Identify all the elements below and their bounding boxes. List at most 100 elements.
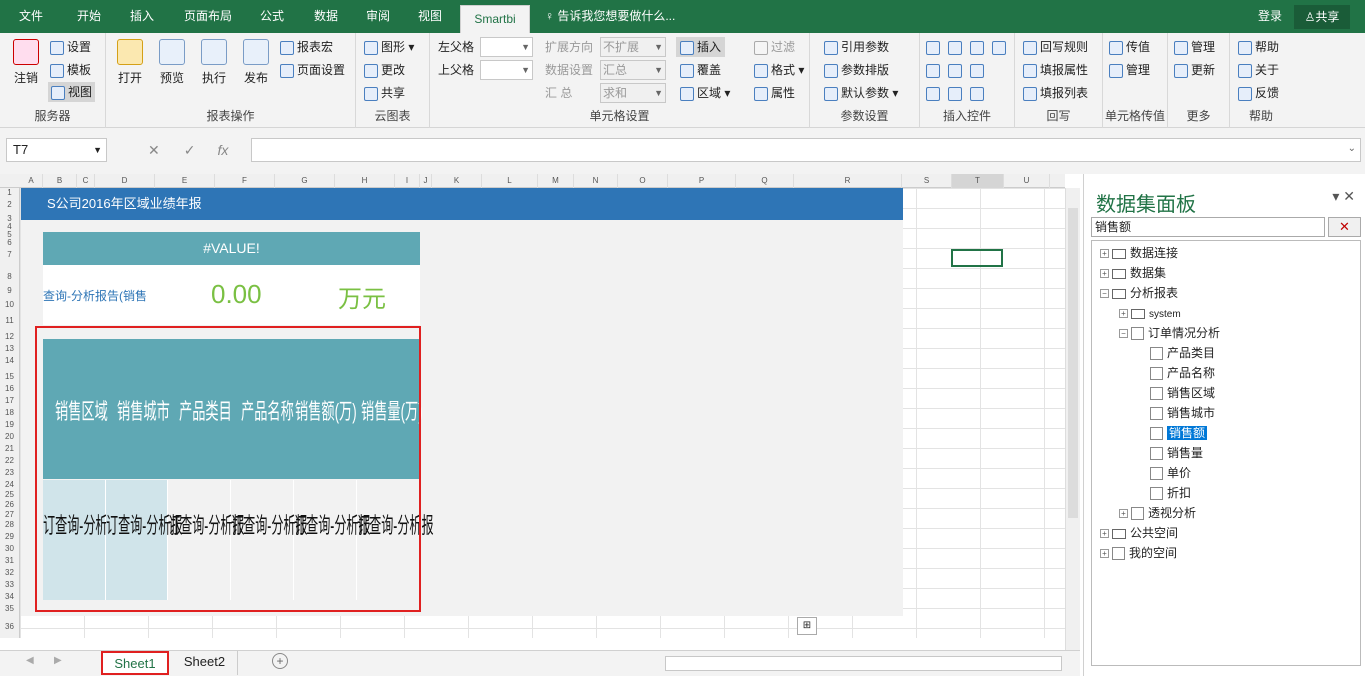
tab-smartbi[interactable]: Smartbi — [460, 5, 530, 33]
pass-manage-button[interactable]: 管理 — [1109, 60, 1150, 80]
tab-view[interactable]: 视图 — [408, 0, 452, 33]
tab-data[interactable]: 数据 — [304, 0, 348, 33]
ref-param-button[interactable]: 引用参数 — [824, 37, 889, 57]
param-layout-button[interactable]: 参数排版 — [824, 60, 889, 80]
tree-node[interactable]: + 数据连接 — [1100, 243, 1178, 263]
tab-file[interactable]: 文件 — [8, 0, 54, 33]
tab-home[interactable]: 开始 — [64, 0, 114, 33]
report-title[interactable]: S公司2016年区域业绩年报 — [21, 188, 903, 220]
cancel-icon[interactable]: ✕ — [148, 142, 160, 158]
feedback-button[interactable]: 反馈 — [1238, 83, 1279, 103]
summary-select[interactable]: 求和 ▼ — [600, 83, 666, 103]
name-box[interactable]: T7 ▼ — [6, 138, 107, 162]
tree-node[interactable]: 产品名称 — [1150, 363, 1215, 383]
region-button[interactable]: 区域 ▾ — [680, 83, 730, 103]
tree-node[interactable]: 销售区域 — [1150, 383, 1215, 403]
fx-icon[interactable]: fx — [217, 142, 228, 158]
fill-prop-button[interactable]: 填报属性 — [1023, 60, 1088, 80]
fill-list-button[interactable]: 填报列表 — [1023, 83, 1088, 103]
ctrl-frame-icon[interactable] — [970, 60, 987, 80]
tree-node[interactable]: 折扣 — [1150, 483, 1191, 503]
sheet-tab-2[interactable]: Sheet2 — [172, 651, 238, 675]
tree-node[interactable]: + 我的空间 — [1100, 543, 1177, 563]
kpi-unit[interactable]: 万元 — [338, 279, 386, 314]
vertical-scrollbar[interactable] — [1065, 188, 1080, 650]
insert-mode-button[interactable]: 插入 — [676, 37, 726, 57]
refresh-button[interactable]: 更新 — [1174, 60, 1215, 80]
ctrl-list-icon[interactable] — [970, 37, 987, 57]
update-button[interactable]: 更改 — [364, 60, 405, 80]
ctrl-dropdown-icon[interactable] — [948, 37, 965, 57]
open-button[interactable]: 打开 — [110, 39, 150, 86]
share-chart-button[interactable]: 共享 — [364, 83, 405, 103]
tell-me-box[interactable]: ♀ 告诉我您想要做什么... — [545, 0, 675, 33]
preview-button[interactable]: 预览 — [152, 39, 192, 86]
more-manage-button[interactable]: 管理 — [1174, 37, 1215, 57]
filter-button[interactable]: 过滤 — [754, 37, 795, 57]
tab-insert[interactable]: 插入 — [118, 0, 166, 33]
add-sheet-icon[interactable]: + — [272, 653, 288, 669]
tree-node[interactable]: + 透视分析 — [1119, 503, 1196, 523]
login-link[interactable]: 登录 — [1258, 0, 1282, 33]
kpi-value[interactable]: 0.00 — [211, 279, 262, 310]
pass-value-button[interactable]: 传值 — [1109, 37, 1150, 57]
ctrl-grid-icon[interactable] — [992, 37, 1009, 57]
logout-button[interactable]: 注销 — [6, 39, 46, 86]
wb-rule-button[interactable]: 回写规则 — [1023, 37, 1088, 57]
chevron-down-icon[interactable]: ▾ — [1332, 188, 1339, 204]
tree-node[interactable]: + system — [1119, 303, 1181, 323]
ctrl-label-icon[interactable] — [970, 83, 987, 103]
data-settings-select[interactable]: 汇总 ▼ — [600, 60, 666, 80]
panel-search-input[interactable]: 销售额 — [1091, 217, 1325, 237]
close-icon[interactable]: ✕ — [1343, 188, 1355, 204]
page-setup-button[interactable]: 页面设置 — [280, 60, 345, 80]
tab-review[interactable]: 审阅 — [356, 0, 400, 33]
ctrl-link-icon[interactable] — [948, 83, 965, 103]
formula-input[interactable]: ⌄ — [251, 138, 1361, 162]
clear-search-button[interactable]: ✕ — [1328, 217, 1361, 237]
tree-node[interactable]: − 订单情况分析 — [1119, 323, 1220, 343]
tree-node[interactable]: + 公共空间 — [1100, 523, 1178, 543]
about-button[interactable]: 关于 — [1238, 60, 1279, 80]
info-icon — [1238, 63, 1252, 78]
ctrl-table-icon[interactable] — [926, 60, 943, 80]
next-sheet-icon[interactable]: ▶ — [54, 655, 62, 666]
ctrl-checkbox-icon[interactable] — [926, 83, 943, 103]
chart-button[interactable]: 图形 ▾ — [364, 37, 414, 57]
tree-node[interactable]: − 分析报表 — [1100, 283, 1178, 303]
tree-node[interactable]: 销售量 — [1150, 443, 1203, 463]
execute-button[interactable]: 执行 — [194, 39, 234, 86]
tab-page-layout[interactable]: 页面布局 — [176, 0, 240, 33]
cover-mode-button[interactable]: 覆盖 — [680, 60, 721, 80]
tree-node[interactable]: + 数据集 — [1100, 263, 1166, 283]
help-button[interactable]: 帮助 — [1238, 37, 1279, 57]
settings-button[interactable]: 设置 — [50, 37, 91, 57]
tree-node[interactable]: 产品类目 — [1150, 343, 1215, 363]
paste-options-icon[interactable]: ⊞ — [797, 617, 817, 635]
selected-cell[interactable] — [951, 249, 1003, 267]
view-button[interactable]: 视图 — [48, 82, 96, 102]
upper-parent-select[interactable]: ▼ — [480, 60, 533, 80]
expand-direction-select[interactable]: 不扩展 ▼ — [600, 37, 666, 57]
value-error-cell[interactable]: #VALUE! — [43, 232, 420, 265]
format-button[interactable]: 格式 ▾ — [754, 60, 804, 80]
horizontal-scrollbar[interactable] — [665, 656, 1062, 671]
tree-node-selected[interactable]: 销售额 — [1150, 423, 1208, 443]
sheet-tab-1[interactable]: Sheet1 — [101, 651, 169, 675]
scroll-thumb[interactable] — [1068, 208, 1078, 518]
kpi-label[interactable]: 查询-分析报告(销售 — [43, 287, 147, 304]
tree-node[interactable]: 销售城市 — [1150, 403, 1215, 423]
prev-sheet-icon[interactable]: ◀ — [26, 655, 34, 666]
left-parent-select[interactable]: ▼ — [480, 37, 533, 57]
tree-node[interactable]: 单价 — [1150, 463, 1191, 483]
share-button[interactable]: ♙共享 — [1294, 5, 1350, 29]
publish-button[interactable]: 发布 — [236, 39, 276, 86]
ctrl-textbox-icon[interactable] — [926, 37, 943, 57]
check-icon[interactable]: ✓ — [184, 142, 196, 158]
report-macro-button[interactable]: 报表宏 — [280, 37, 333, 57]
template-button[interactable]: 模板 — [50, 60, 91, 80]
property-button[interactable]: 属性 — [754, 83, 795, 103]
tab-formulas[interactable]: 公式 — [250, 0, 294, 33]
default-param-button[interactable]: 默认参数 ▾ — [824, 83, 898, 103]
ctrl-image-icon[interactable] — [948, 60, 965, 80]
